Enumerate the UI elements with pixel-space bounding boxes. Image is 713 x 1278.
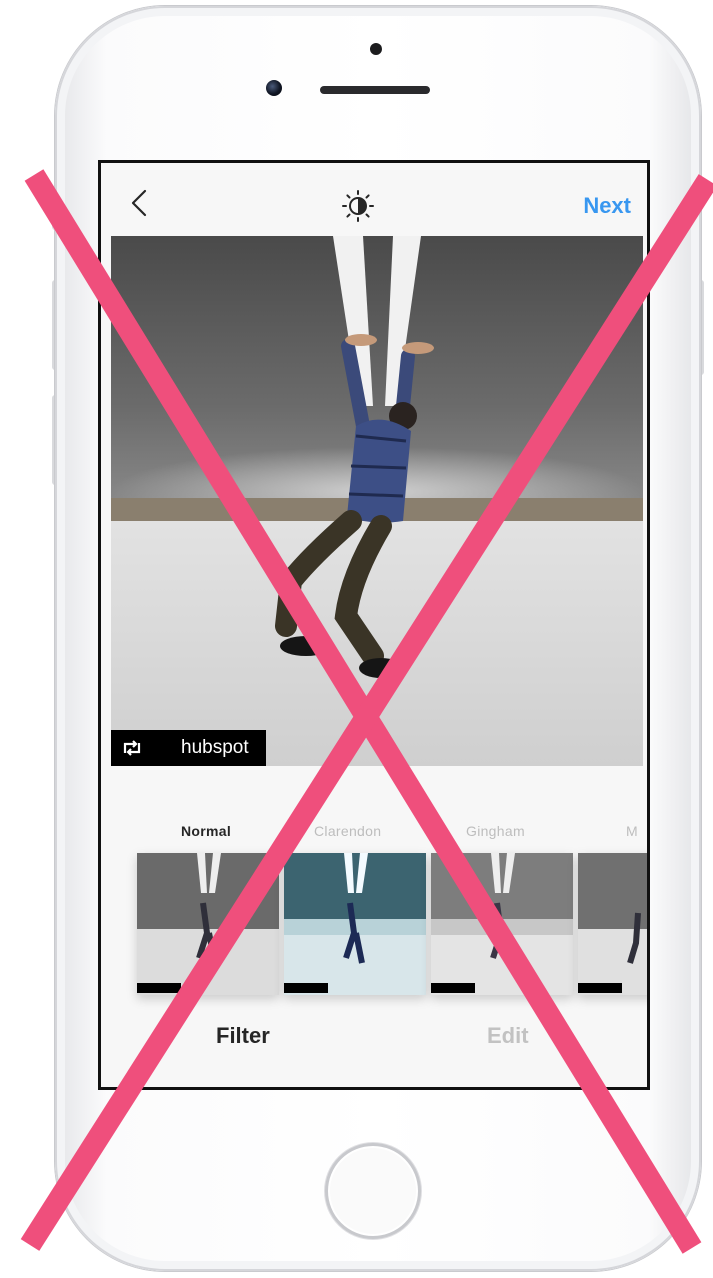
top-bar: Next xyxy=(101,163,647,239)
brightness-icon xyxy=(342,190,374,222)
photo-image xyxy=(111,236,643,766)
filter-label-clarendon[interactable]: Clarendon xyxy=(314,823,381,839)
filter-thumb-normal[interactable] xyxy=(137,853,279,995)
filter-thumb-gingham[interactable] xyxy=(431,853,573,995)
front-camera xyxy=(266,80,282,96)
filter-label-gingham[interactable]: Gingham xyxy=(466,823,525,839)
chevron-left-icon xyxy=(131,189,147,217)
lux-brightness-button[interactable] xyxy=(341,189,375,223)
filter-thumb-m[interactable] xyxy=(578,853,647,995)
tab-filter[interactable]: Filter xyxy=(216,1023,270,1049)
phone-screen: Next hubspot Normal Clarendon Gingham M … xyxy=(98,160,650,1090)
filter-label-m[interactable]: M xyxy=(626,823,638,839)
back-button[interactable] xyxy=(127,187,155,219)
tag-username: hubspot xyxy=(181,737,249,758)
bottom-tabs: Filter Edit xyxy=(101,1023,647,1083)
filter-label-normal[interactable]: Normal xyxy=(181,823,231,839)
repost-tag: hubspot xyxy=(111,730,266,766)
filter-thumb-clarendon[interactable] xyxy=(284,853,426,995)
repost-icon xyxy=(123,740,141,756)
proximity-sensor xyxy=(370,43,382,55)
next-button[interactable]: Next xyxy=(583,193,631,219)
filter-labels: Normal Clarendon Gingham M xyxy=(101,823,647,847)
earpiece-speaker xyxy=(320,86,430,94)
tab-edit[interactable]: Edit xyxy=(487,1023,529,1049)
home-button[interactable] xyxy=(325,1143,421,1239)
photo-preview: hubspot xyxy=(111,236,643,766)
